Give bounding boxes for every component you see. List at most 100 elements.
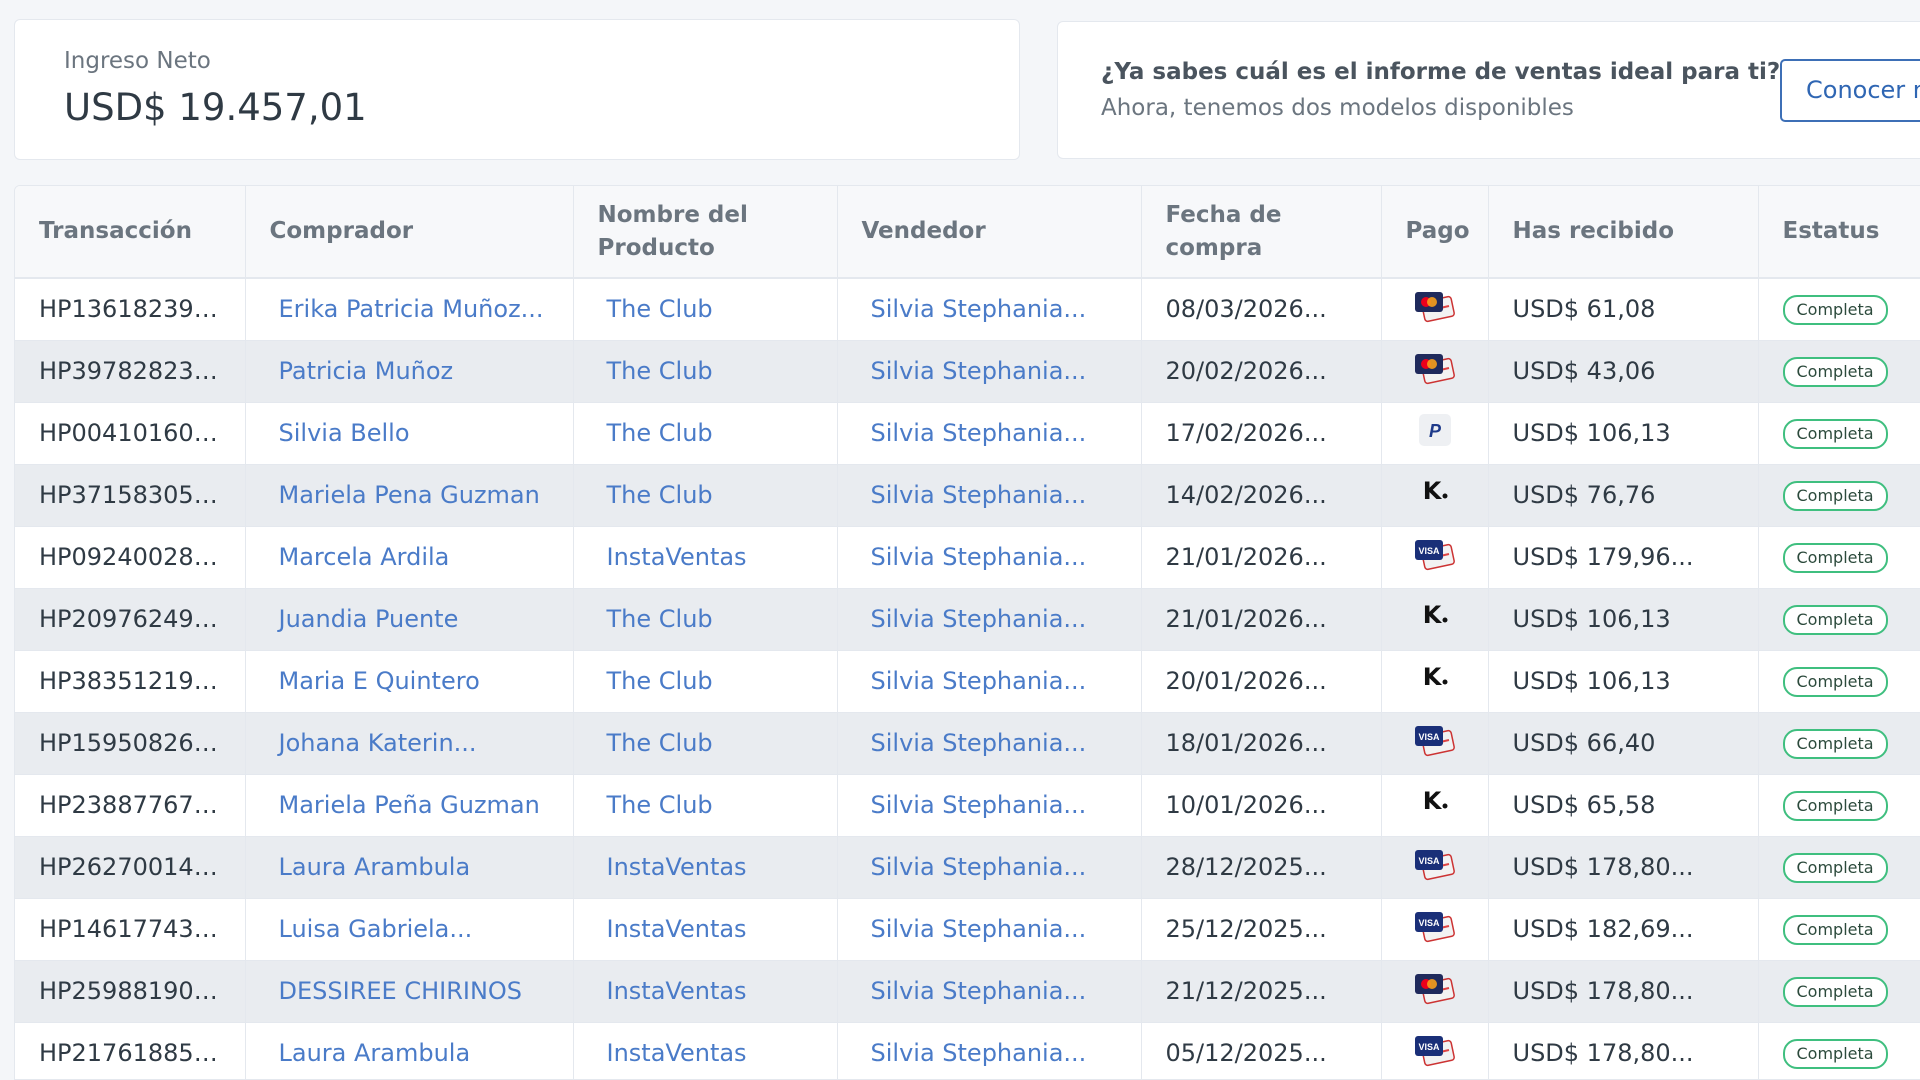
buyer-link[interactable]: Erika Patricia Muñoz...: [245, 278, 574, 340]
buyer-link[interactable]: Maria E Quintero: [245, 650, 574, 712]
amount-received: USD$ 76,76: [1488, 464, 1759, 526]
product-link[interactable]: The Club: [573, 402, 838, 464]
table-row[interactable]: HP1595082668 Johana Katerin... The Club …: [15, 712, 1920, 774]
amount-received: USD$ 182,69...: [1488, 898, 1759, 960]
seller-link[interactable]: Silvia Stephania...: [837, 402, 1142, 464]
amount-received: USD$ 106,13: [1488, 402, 1759, 464]
payment-method: VISA: [1381, 526, 1489, 588]
status-cell: Completa: [1758, 402, 1920, 464]
payment-method: VISA: [1381, 898, 1489, 960]
seller-link[interactable]: Silvia Stephania...: [837, 340, 1142, 402]
transaction-id: HP2097624907: [15, 588, 246, 650]
table-row[interactable]: HP0924002844 Marcela Ardila InstaVentas …: [15, 526, 1920, 588]
table-row[interactable]: HP2388776736 Mariela Peña Guzman The Clu…: [15, 774, 1920, 836]
table-row[interactable]: HP2097624907 Juandia Puente The Club Sil…: [15, 588, 1920, 650]
payment-method: [1381, 340, 1489, 402]
buyer-link[interactable]: Mariela Pena Guzman: [245, 464, 574, 526]
product-link[interactable]: The Club: [573, 712, 838, 774]
mastercard-card-icon: [1413, 289, 1457, 329]
transaction-id: HP3978282391: [15, 340, 246, 402]
buyer-link[interactable]: Marcela Ardila: [245, 526, 574, 588]
seller-link[interactable]: Silvia Stephania...: [837, 960, 1142, 1022]
product-link[interactable]: The Club: [573, 588, 838, 650]
table-row[interactable]: HP3978282391 Patricia Muñoz The Club Sil…: [15, 340, 1920, 402]
buyer-link[interactable]: Johana Katerin...: [245, 712, 574, 774]
transactions-table: Transacción Comprador Nombre del Product…: [15, 186, 1920, 1079]
product-link[interactable]: The Club: [573, 464, 838, 526]
buyer-link[interactable]: DESSIREE CHIRINOS: [245, 960, 574, 1022]
header-seller[interactable]: Vendedor: [837, 186, 1142, 279]
buyer-link[interactable]: Mariela Peña Guzman: [245, 774, 574, 836]
buyer-link[interactable]: Juandia Puente: [245, 588, 574, 650]
payment-method: K: [1381, 650, 1489, 712]
table-row[interactable]: HP2598819061 DESSIREE CHIRINOS InstaVent…: [15, 960, 1920, 1022]
svg-text:P: P: [1428, 421, 1441, 441]
buyer-link[interactable]: Patricia Muñoz: [245, 340, 574, 402]
transaction-id: HP1361823996: [15, 278, 246, 340]
product-link[interactable]: The Club: [573, 650, 838, 712]
product-link[interactable]: InstaVentas: [573, 960, 838, 1022]
header-buyer[interactable]: Comprador: [245, 186, 574, 279]
table-row[interactable]: HP3715830567 Mariela Pena Guzman The Clu…: [15, 464, 1920, 526]
learn-more-button[interactable]: Conocer m: [1780, 59, 1920, 122]
purchase-date: 25/12/2025...: [1141, 898, 1382, 960]
buyer-link[interactable]: Silvia Bello: [245, 402, 574, 464]
seller-link[interactable]: Silvia Stephania...: [837, 774, 1142, 836]
buyer-link[interactable]: Laura Arambula: [245, 836, 574, 898]
buyer-link[interactable]: Laura Arambula: [245, 1022, 574, 1079]
payment-method: K: [1381, 464, 1489, 526]
status-badge: Completa: [1782, 481, 1888, 511]
header-payment[interactable]: Pago: [1381, 186, 1489, 279]
table-row[interactable]: HP2176188577 Laura Arambula InstaVentas …: [15, 1022, 1920, 1079]
product-link[interactable]: The Club: [573, 278, 838, 340]
header-transaction[interactable]: Transacción: [15, 186, 246, 279]
seller-link[interactable]: Silvia Stephania...: [837, 898, 1142, 960]
seller-link[interactable]: Silvia Stephania...: [837, 464, 1142, 526]
table-row[interactable]: HP3835121936 Maria E Quintero The Club S…: [15, 650, 1920, 712]
header-received[interactable]: Has recibido: [1488, 186, 1759, 279]
status-badge: Completa: [1782, 357, 1888, 387]
header-status[interactable]: Estatus: [1758, 186, 1920, 279]
seller-link[interactable]: Silvia Stephania...: [837, 836, 1142, 898]
status-cell: Completa: [1758, 464, 1920, 526]
transaction-id: HP0041016080: [15, 402, 246, 464]
status-cell: Completa: [1758, 526, 1920, 588]
product-link[interactable]: The Club: [573, 774, 838, 836]
product-link[interactable]: InstaVentas: [573, 836, 838, 898]
header-product[interactable]: Nombre del Producto: [573, 186, 838, 279]
net-income-value: USD$ 19.457,01: [64, 86, 367, 129]
klarna-icon: K: [1418, 599, 1452, 639]
seller-link[interactable]: Silvia Stephania...: [837, 712, 1142, 774]
purchase-date: 17/02/2026...: [1141, 402, 1382, 464]
purchase-date: 14/02/2026...: [1141, 464, 1382, 526]
table-row[interactable]: HP2627001488 Laura Arambula InstaVentas …: [15, 836, 1920, 898]
promo-body-text: Ahora, tenemos dos modelos disponibles: [1101, 95, 1574, 121]
status-badge: Completa: [1782, 667, 1888, 697]
amount-received: USD$ 178,80...: [1488, 836, 1759, 898]
seller-link[interactable]: Silvia Stephania...: [837, 526, 1142, 588]
product-link[interactable]: InstaVentas: [573, 898, 838, 960]
seller-link[interactable]: Silvia Stephania...: [837, 650, 1142, 712]
product-link[interactable]: InstaVentas: [573, 1022, 838, 1079]
status-badge: Completa: [1782, 977, 1888, 1007]
klarna-icon: K: [1418, 475, 1452, 515]
svg-text:VISA: VISA: [1418, 918, 1440, 928]
table-row[interactable]: HP1361823996 Erika Patricia Muñoz... The…: [15, 278, 1920, 340]
product-link[interactable]: The Club: [573, 340, 838, 402]
seller-link[interactable]: Silvia Stephania...: [837, 1022, 1142, 1079]
amount-received: USD$ 178,80...: [1488, 1022, 1759, 1079]
header-date[interactable]: Fecha de compra: [1141, 186, 1382, 279]
table-row[interactable]: HP0041016080 Silvia Bello The Club Silvi…: [15, 402, 1920, 464]
klarna-icon: K: [1418, 661, 1452, 701]
transaction-id: HP2388776736: [15, 774, 246, 836]
status-badge: Completa: [1782, 853, 1888, 883]
svg-text:K: K: [1422, 663, 1442, 691]
buyer-link[interactable]: Luisa Gabriela...: [245, 898, 574, 960]
seller-link[interactable]: Silvia Stephania...: [837, 278, 1142, 340]
purchase-date: 28/12/2025...: [1141, 836, 1382, 898]
seller-link[interactable]: Silvia Stephania...: [837, 588, 1142, 650]
product-link[interactable]: InstaVentas: [573, 526, 838, 588]
status-badge: Completa: [1782, 1039, 1888, 1069]
table-row[interactable]: HP1461774382 Luisa Gabriela... InstaVent…: [15, 898, 1920, 960]
net-income-label: Ingreso Neto: [64, 48, 211, 74]
